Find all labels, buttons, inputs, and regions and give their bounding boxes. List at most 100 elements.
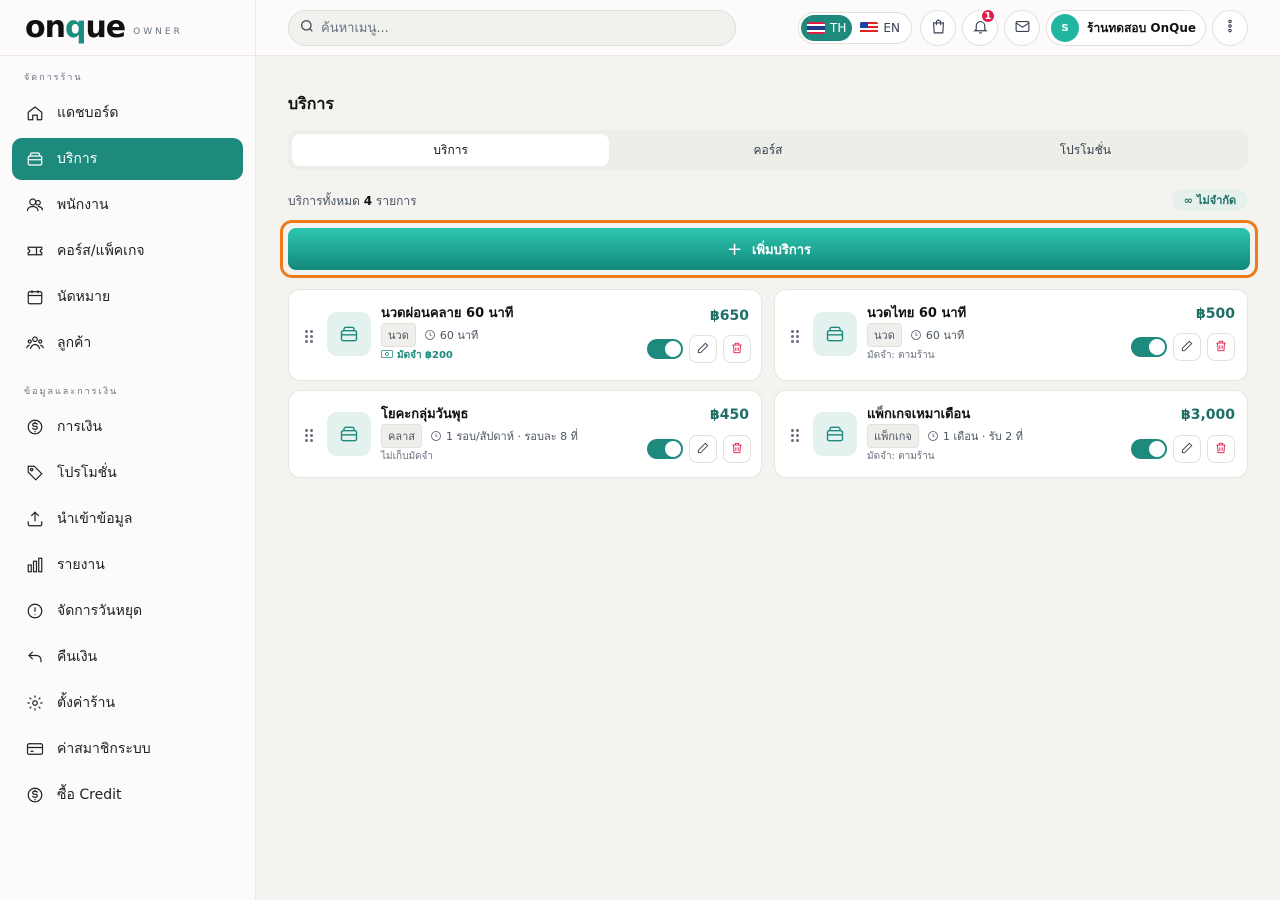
service-enabled-toggle[interactable] (647, 439, 683, 459)
service-name: โยคะกลุ่มวันพุธ (381, 407, 469, 422)
sidebar-item-label: ตั้งค่าร้าน (57, 695, 116, 711)
tab-services[interactable]: บริการ (292, 134, 610, 166)
service-price: ฿650 (710, 308, 749, 324)
cart-button[interactable] (920, 10, 956, 46)
service-price: ฿500 (1196, 306, 1235, 322)
sidebar-item-staff[interactable]: พนักงาน (12, 184, 243, 226)
sidebar-item-label: นำเข้าข้อมูล (57, 511, 133, 527)
nav-section-shop: จัดการร้าน (24, 73, 83, 83)
service-meta: นวด 60 นาที (381, 323, 478, 347)
service-card[interactable]: นวดผ่อนคลาย 60 นาที นวด 60 นาที มัดจำ ฿2… (288, 289, 762, 381)
tab-courses[interactable]: คอร์ส (609, 134, 926, 166)
box-icon (813, 312, 857, 356)
sidebar-item-refunds[interactable]: คืนเงิน (12, 636, 243, 678)
delete-button[interactable] (1207, 333, 1235, 361)
delete-button[interactable] (1207, 435, 1235, 463)
credit-card-icon (25, 739, 45, 759)
pencil-icon (696, 340, 710, 359)
unlimited-label: ไม่จำกัด (1196, 194, 1237, 207)
sidebar-item-appointments[interactable]: นัดหมาย (12, 276, 243, 318)
service-duration: 60 นาที (925, 329, 965, 342)
lang-en-button[interactable]: EN (854, 15, 906, 41)
summary-suffix: รายการ (375, 194, 417, 208)
service-enabled-toggle[interactable] (1131, 337, 1167, 357)
service-meta: นวด 60 นาที (867, 323, 964, 347)
shop-menu[interactable]: S ร้านทดสอบ OnQue (1046, 10, 1206, 46)
logo-wordmark: onque (25, 10, 126, 45)
main-content: บริการ บริการ คอร์ส โปรโมชั่น บริการทั้ง… (256, 56, 1280, 900)
deposit-info: มัดจำ ฿200 (381, 348, 453, 363)
service-duration: 60 นาที (439, 329, 479, 342)
sidebar-item-finance[interactable]: การเงิน (12, 406, 243, 448)
avatar: S (1051, 14, 1079, 42)
service-name: แพ็กเกจเหมาเดือน (867, 407, 971, 422)
language-switch[interactable]: TH EN (798, 12, 912, 44)
calendar-icon (25, 287, 45, 307)
edit-button[interactable] (689, 435, 717, 463)
deposit-info: มัดจำ: ตามร้าน (867, 451, 935, 462)
add-service-button[interactable]: + เพิ่มบริการ (288, 228, 1250, 270)
sidebar-item-subscription[interactable]: ค่าสมาชิกระบบ (12, 728, 243, 770)
clock-icon (927, 430, 939, 442)
pencil-icon (1180, 440, 1194, 459)
add-service-highlight: + เพิ่มบริการ (280, 220, 1258, 278)
dollar-icon (25, 785, 45, 805)
sidebar-item-label: จัดการวันหยุด (57, 603, 143, 619)
drag-handle-icon[interactable] (791, 330, 799, 343)
drag-handle-icon[interactable] (791, 429, 799, 442)
shop-name: ร้านทดสอบ OnQue (1087, 20, 1197, 35)
sidebar-item-label: คอร์ส/แพ็คเกจ (57, 243, 145, 259)
home-icon (25, 103, 45, 123)
us-flag-icon (860, 22, 879, 34)
sidebar-item-label: พนักงาน (57, 197, 109, 213)
deposit-info: มัดจำ: ตามร้าน (867, 350, 935, 361)
sidebar-item-buy-credit[interactable]: ซื้อ Credit (12, 774, 243, 816)
service-duration: 1 เดือน · รับ 2 ที่ (942, 430, 1024, 443)
box-icon (25, 149, 45, 169)
clock-icon (910, 329, 922, 341)
service-meta: แพ็กเกจ 1 เดือน · รับ 2 ที่ (867, 424, 1023, 448)
search-input[interactable] (321, 20, 701, 36)
deposit-info: ไม่เก็บมัดจำ (381, 451, 434, 462)
sidebar-item-customers[interactable]: ลูกค้า (12, 322, 243, 364)
sidebar-item-promotions[interactable]: โปรโมชั่น (12, 452, 243, 494)
service-card[interactable]: แพ็กเกจเหมาเดือน แพ็กเกจ 1 เดือน · รับ 2… (774, 390, 1248, 478)
lang-en-label: EN (883, 21, 900, 35)
notifications-button[interactable]: 1 (962, 8, 998, 46)
lang-th-button[interactable]: TH (801, 15, 853, 41)
sidebar-item-holidays[interactable]: จัดการวันหยุด (12, 590, 243, 632)
category-tag: แพ็กเกจ (867, 424, 919, 448)
edit-button[interactable] (1173, 333, 1201, 361)
thai-flag-icon (807, 22, 825, 34)
delete-button[interactable] (723, 335, 751, 363)
service-enabled-toggle[interactable] (647, 339, 683, 359)
service-name: นวดไทย 60 นาที (867, 306, 967, 321)
sidebar-item-dashboard[interactable]: แดชบอร์ด (12, 92, 243, 134)
edit-button[interactable] (689, 335, 717, 363)
messages-button[interactable] (1004, 10, 1040, 46)
drag-handle-icon[interactable] (305, 330, 313, 343)
edit-button[interactable] (1173, 435, 1201, 463)
box-icon (813, 412, 857, 456)
delete-button[interactable] (723, 435, 751, 463)
search-icon (299, 18, 315, 38)
more-menu-button[interactable] (1212, 10, 1248, 46)
service-card[interactable]: โยคะกลุ่มวันพุธ คลาส 1 รอบ/สัปดาห์ · รอบ… (288, 390, 762, 478)
service-enabled-toggle[interactable] (1131, 439, 1167, 459)
service-card[interactable]: นวดไทย 60 นาที นวด 60 นาที มัดจำ: ตามร้า… (774, 289, 1248, 381)
search-box[interactable] (288, 10, 736, 46)
sidebar-item-label: ซื้อ Credit (57, 787, 122, 803)
sidebar: onque OWNER จัดการร้าน แดชบอร์ด บริการ พ… (0, 0, 256, 900)
sidebar-item-courses[interactable]: คอร์ส/แพ็คเกจ (12, 230, 243, 272)
logo[interactable]: onque OWNER (0, 0, 255, 56)
sidebar-item-services[interactable]: บริการ (12, 138, 243, 180)
sidebar-item-import[interactable]: นำเข้าข้อมูล (12, 498, 243, 540)
tab-promotions[interactable]: โปรโมชั่น (927, 134, 1244, 166)
sidebar-item-settings[interactable]: ตั้งค่าร้าน (12, 682, 243, 724)
ticket-icon (25, 241, 45, 261)
plus-icon: + (726, 238, 743, 260)
drag-handle-icon[interactable] (305, 429, 313, 442)
service-name: นวดผ่อนคลาย 60 นาที (381, 306, 514, 321)
sidebar-item-label: ค่าสมาชิกระบบ (57, 741, 151, 757)
sidebar-item-reports[interactable]: รายงาน (12, 544, 243, 586)
